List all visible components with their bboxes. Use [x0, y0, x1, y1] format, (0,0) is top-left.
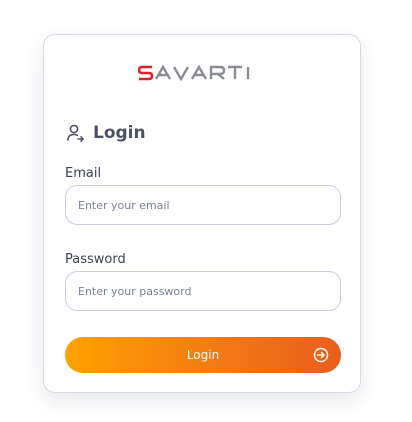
- email-label: Email: [65, 166, 102, 181]
- brand-logo: [44, 65, 360, 81]
- login-button-label: Login: [186, 348, 220, 362]
- savarti-logo-icon: [138, 65, 250, 81]
- user-arrow-icon: [65, 123, 85, 143]
- password-label: Password: [65, 252, 126, 267]
- login-header: Login: [65, 123, 146, 143]
- arrow-right-circle-icon: [313, 347, 329, 363]
- email-field[interactable]: [65, 185, 341, 225]
- login-button[interactable]: Login: [65, 337, 341, 373]
- login-title: Login: [93, 123, 146, 143]
- login-card: Login Email Password Login: [43, 34, 361, 393]
- password-field[interactable]: [65, 271, 341, 311]
